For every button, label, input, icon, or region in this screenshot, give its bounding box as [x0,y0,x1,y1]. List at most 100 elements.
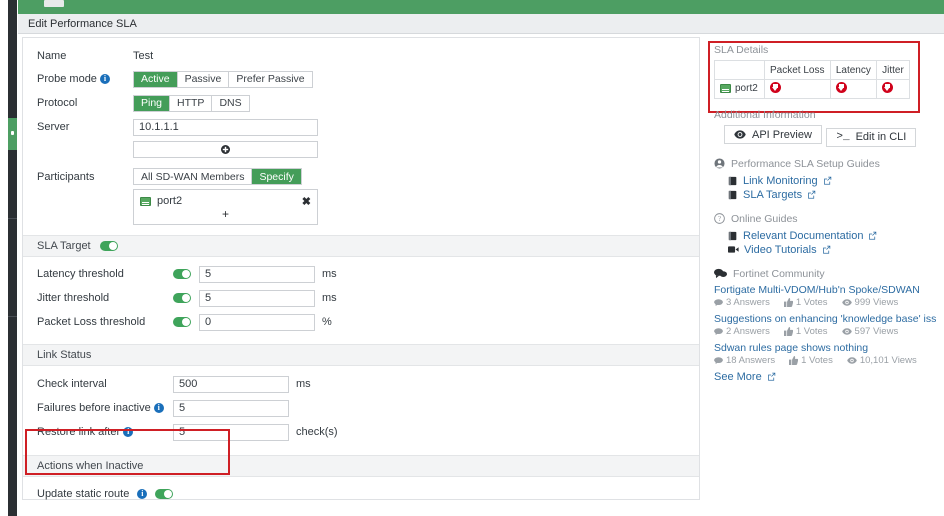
header-search-icon[interactable] [88,0,100,8]
protocol-option-dns[interactable]: DNS [212,95,249,111]
sla-targets-link[interactable]: SLA Targets [728,189,944,201]
cell-member: port2 [714,79,765,99]
page-title: Edit Performance SLA [28,17,137,30]
community-post-title[interactable]: Suggestions on enhancing 'knowledge base… [714,313,944,325]
participants-option-all[interactable]: All SD-WAN Members [134,169,253,184]
cell-latency [829,79,878,99]
left-navigation-rail[interactable] [8,0,17,516]
list-item[interactable]: Sdwan rules page shows nothing 18 Answer… [714,342,944,366]
thumbs-up-icon [789,355,799,365]
community-post-title[interactable]: Fortigate Multi-VDOM/Hub'n Spoke/SDWAN [714,284,944,296]
field-row-failures-before-inactive: Failures before inactive i 5 [23,398,699,418]
server-add-button[interactable] [133,140,318,158]
community-post-meta: 3 Answers 1 Votes 999 Views [714,297,944,308]
failures-before-inactive-input[interactable]: 5 [173,399,289,417]
sla-details-section: SLA Details Packet Loss Latency Jitter p… [708,40,944,99]
down-arrow-icon [770,82,781,93]
probe-mode-label-text: Probe mode [37,73,97,85]
col-member [714,60,765,80]
section-header-link-status: Link Status [23,344,699,366]
community-post-meta: 18 Answers 1 Votes 10,101 Views [714,355,944,366]
cli-prompt-icon: >_ [836,131,850,143]
see-more-label: See More [714,370,762,383]
field-row-name: Name Test [23,46,699,66]
probe-mode-segmented-control[interactable]: Active Passive Prefer Passive [133,70,313,88]
fortinet-community-section: Fortinet Community Fortigate Multi-VDOM/… [708,268,944,383]
jitter-threshold-toggle[interactable] [173,293,191,303]
question-circle-icon: ? [714,213,725,224]
online-guides-section: ? Online Guides Relevant Documentation V… [708,213,944,256]
api-preview-button[interactable]: API Preview [724,125,822,144]
update-static-route-toggle[interactable] [155,489,174,499]
failures-before-inactive-label-text: Failures before inactive [37,402,151,414]
comments-icon [714,268,727,279]
guide-icon [714,158,725,169]
info-icon[interactable]: i [137,489,148,500]
views-count: 999 Views [854,296,899,308]
sla-details-table: Packet Loss Latency Jitter port2 [714,60,910,99]
check-interval-label: Check interval [37,378,107,390]
col-jitter: Jitter [876,60,910,80]
views-count: 10,101 Views [859,354,917,366]
info-icon[interactable]: i [100,74,110,85]
probe-mode-option-passive[interactable]: Passive [177,71,230,87]
left-nav-selected-indicator [11,131,14,135]
list-item[interactable]: Fortigate Multi-VDOM/Hub'n Spoke/SDWAN 3… [714,284,944,308]
packet-loss-threshold-input[interactable]: 0 [199,313,315,331]
setup-guides-title: Performance SLA Setup Guides [731,157,880,170]
answers-count: 2 Answers [726,325,770,337]
api-preview-label: API Preview [752,128,812,141]
comment-icon [714,327,723,335]
see-more-link[interactable]: See More [714,371,944,383]
thumbs-up-icon [783,297,793,307]
protocol-option-http[interactable]: HTTP [170,95,213,111]
latency-threshold-input[interactable]: 5 [199,265,315,283]
member-name: port2 [735,82,758,94]
server-input[interactable]: 10.1.1.1 [133,118,318,136]
participants-members-box: port2 ✖ + [133,189,318,225]
probe-mode-option-prefer-passive[interactable]: Prefer Passive [229,71,312,87]
jitter-threshold-input[interactable]: 5 [199,289,315,307]
participants-add-button[interactable]: + [134,208,317,222]
update-static-route-label-text: Update static route [37,488,130,500]
latency-threshold-toggle[interactable] [173,269,191,279]
check-interval-input[interactable]: 500 [173,375,289,393]
link-monitoring-label: Link Monitoring [743,174,818,187]
book-icon [728,190,737,199]
field-row-packet-loss-threshold: Packet Loss threshold 0 % [23,312,699,332]
protocol-option-ping[interactable]: Ping [134,95,171,111]
packet-loss-threshold-toggle[interactable] [173,317,191,327]
votes-count: 1 Votes [801,354,833,366]
external-link-icon [822,245,831,254]
link-monitoring-link[interactable]: Link Monitoring [728,175,944,187]
video-tutorials-label: Video Tutorials [744,243,817,256]
probe-mode-option-active[interactable]: Active [134,71,178,87]
down-arrow-icon [882,82,894,93]
relevant-documentation-link[interactable]: Relevant Documentation [728,230,944,242]
additional-information-title: Additional Information [714,109,816,121]
participants-label: Participants [37,171,95,183]
check-interval-unit: ms [296,378,311,390]
community-post-title[interactable]: Sdwan rules page shows nothing [714,342,944,354]
info-icon[interactable]: i [153,403,164,414]
down-arrow-icon [835,82,847,93]
setup-guides-header: Performance SLA Setup Guides [714,158,944,170]
table-row: port2 [714,79,910,99]
link-status-label: Link Status [37,349,92,361]
server-label: Server [37,121,70,133]
member-name: port2 [157,195,183,207]
sla-target-toggle[interactable] [99,241,118,251]
participants-segmented-control[interactable]: All SD-WAN Members Specify [133,168,302,185]
protocol-segmented-control[interactable]: Ping HTTP DNS [133,94,250,112]
close-icon[interactable]: ✖ [302,195,311,208]
failures-before-inactive-label: Failures before inactive i [37,402,173,414]
edit-in-cli-button[interactable]: >_ Edit in CLI [826,127,917,147]
video-tutorials-link[interactable]: Video Tutorials [728,244,944,256]
svg-text:?: ? [718,216,721,223]
list-item[interactable]: Suggestions on enhancing 'knowledge base… [714,313,944,337]
external-link-icon [823,176,832,185]
participants-option-specify[interactable]: Specify [252,169,301,184]
field-row-check-interval: Check interval 500 ms [23,374,699,394]
name-label: Name [37,50,67,62]
field-row-jitter-threshold: Jitter threshold 5 ms [23,288,699,308]
